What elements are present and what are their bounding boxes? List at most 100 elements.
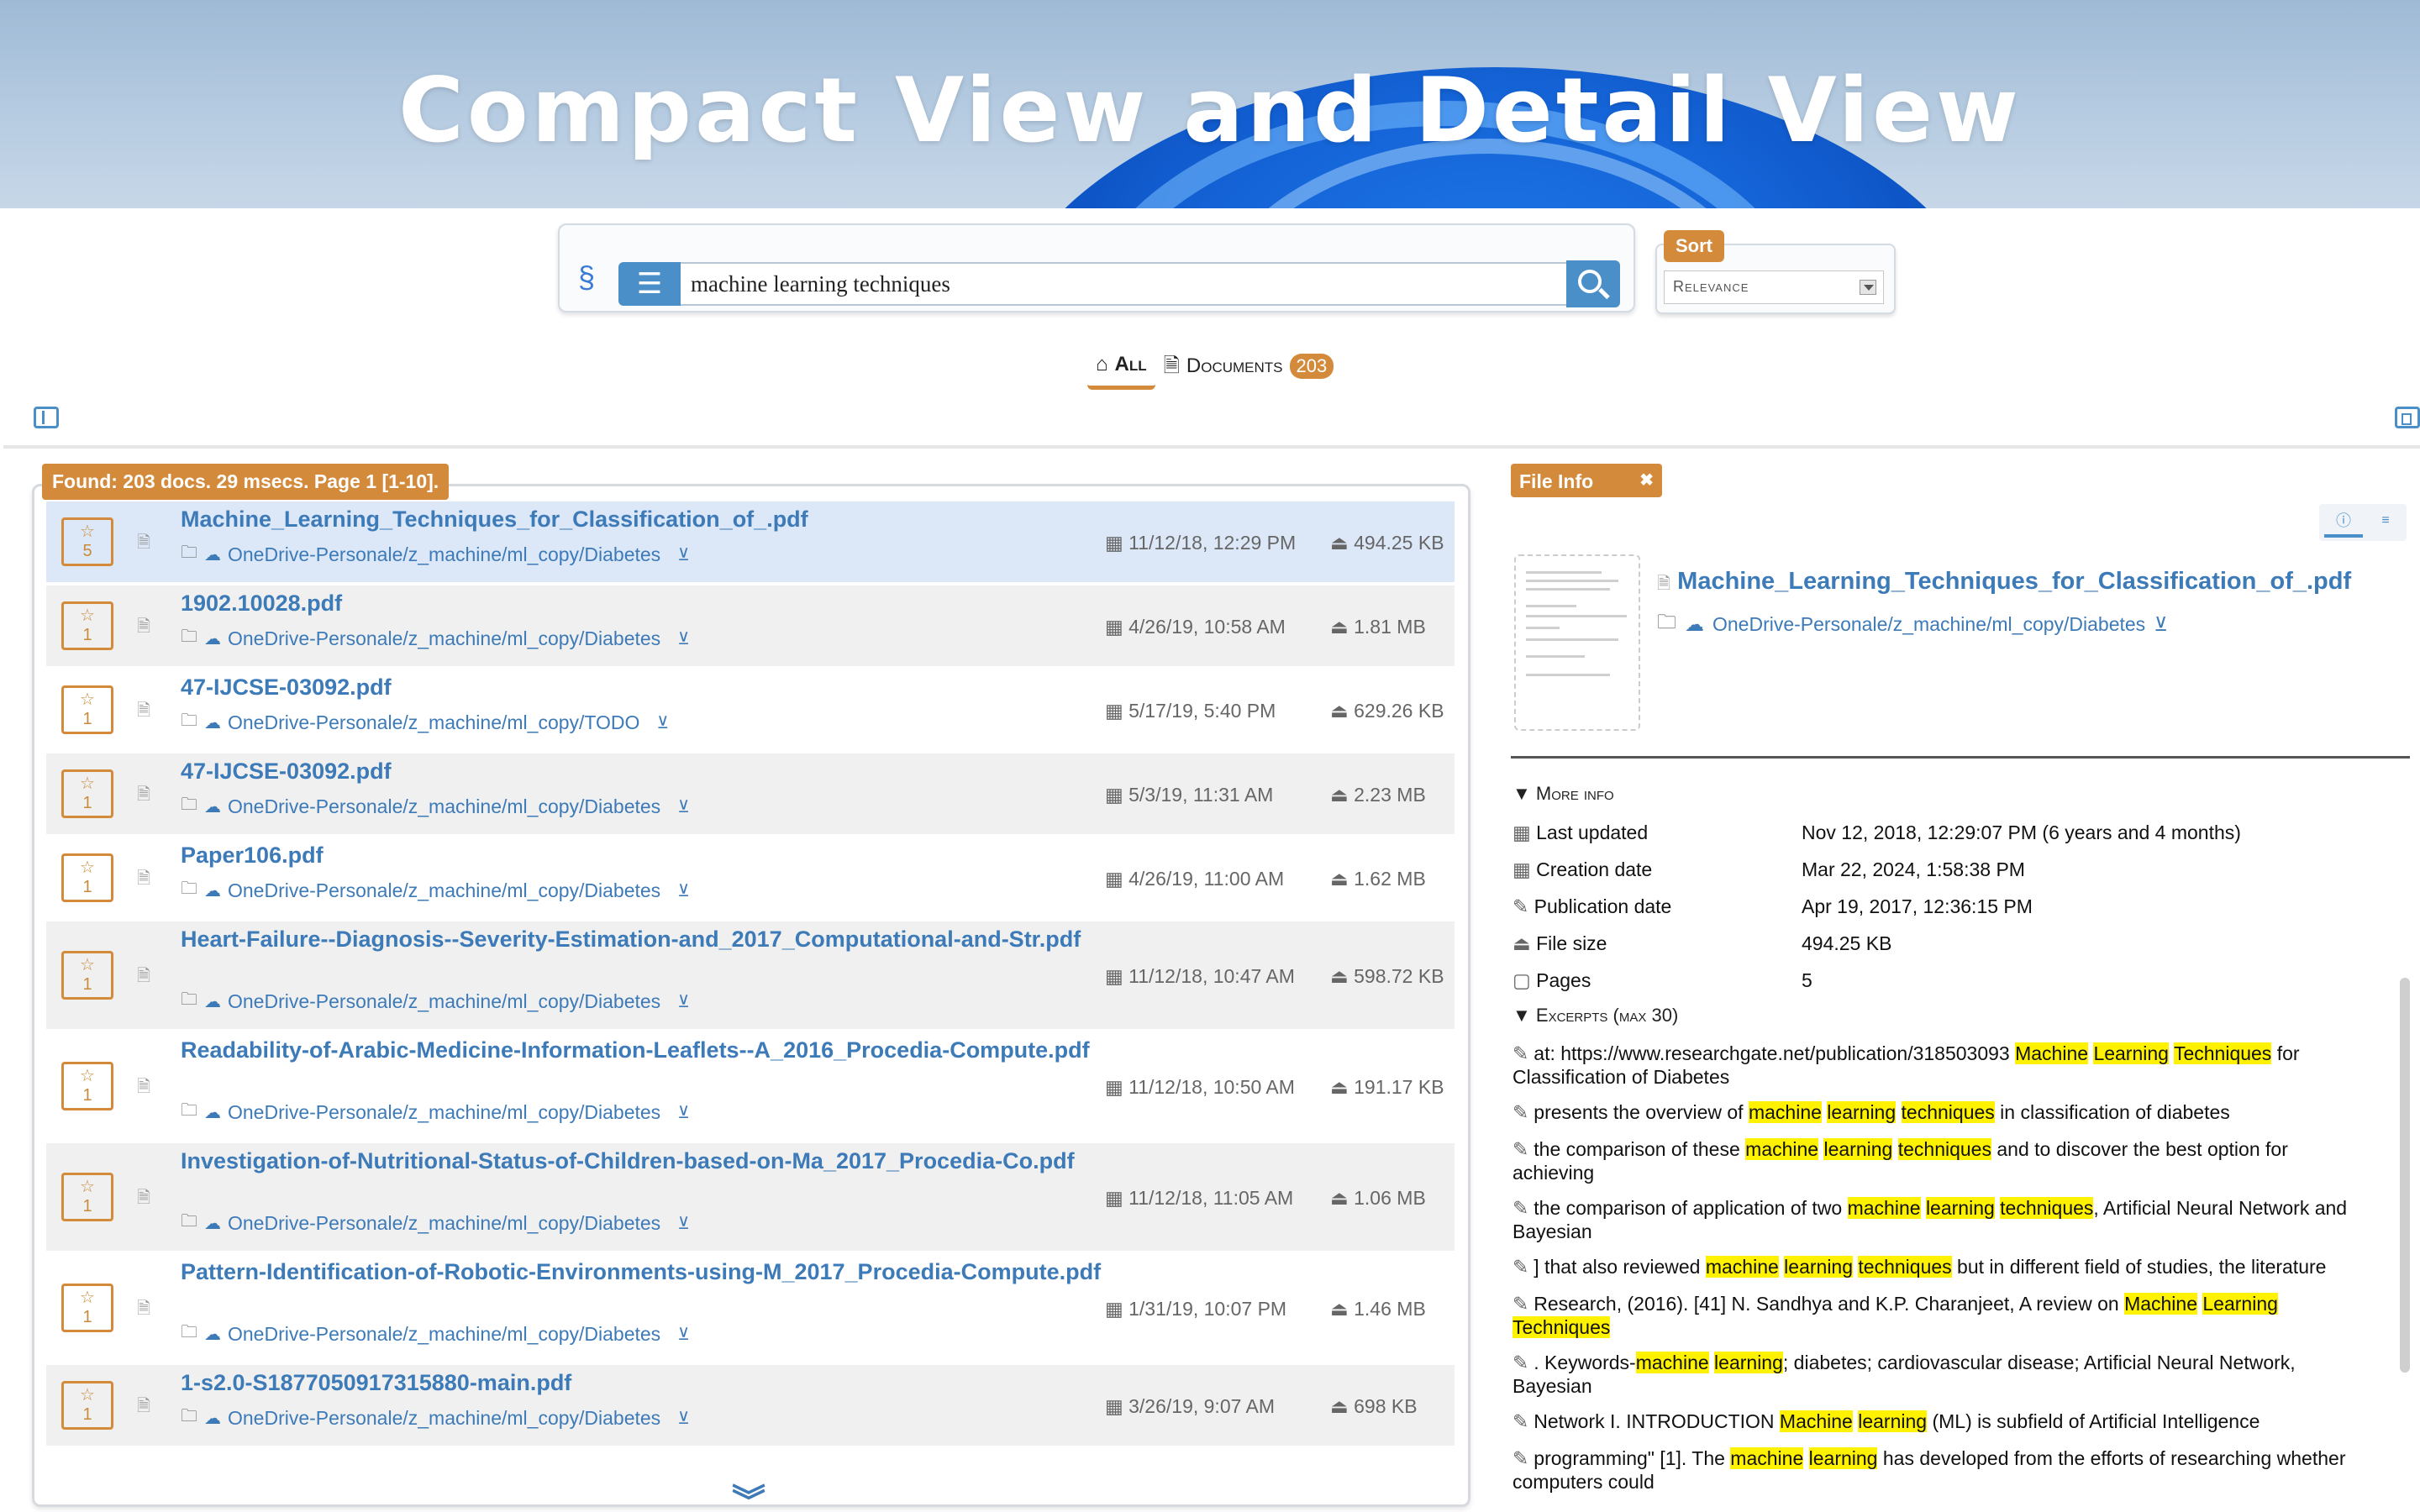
result-title-link[interactable]: Heart-Failure--Diagnosis--Severity-Estim… xyxy=(181,927,1139,953)
tab-documents-label: Documents xyxy=(1186,354,1283,377)
excerpt-item[interactable]: ✎ Network I. INTRODUCTION Machine learnin… xyxy=(1512,1410,2353,1433)
result-path-text: OneDrive-Personale/z_machine/ml_copy/Dia… xyxy=(228,1211,661,1234)
result-row[interactable]: ☆ 1 🗎 1-s2.0-S1877050917315880-main.pdf 🗀 ☁ On… xyxy=(46,1365,1455,1446)
filter-icon[interactable]: ⊻ xyxy=(677,991,690,1012)
load-more-chevron-icon[interactable]: ︾ xyxy=(732,1474,765,1512)
cloud-icon: ☁ xyxy=(204,797,221,816)
rating-star-icon[interactable]: ☆ 1 xyxy=(61,769,113,818)
rating-star-icon[interactable]: ☆ 5 xyxy=(61,517,113,566)
excerpt-item[interactable]: ✎] that also reviewed machine learning t… xyxy=(1512,1255,2353,1278)
filter-icon[interactable]: ⊻ xyxy=(656,712,669,733)
excerpt-item[interactable]: ✎ the comparison of application of two ma… xyxy=(1512,1196,2353,1243)
scrollbar-thumb[interactable] xyxy=(2400,978,2410,1373)
filter-icon[interactable]: ⊻ xyxy=(677,880,690,901)
excerpt-text: presents the overview of xyxy=(1534,1101,1749,1123)
result-row[interactable]: ☆ 1 🗎 Heart-Failure--Diagnosis--Severity-Es… xyxy=(46,921,1455,1029)
result-title-link[interactable]: Machine_Learning_Techniques_for_Classifi… xyxy=(181,507,1139,533)
rating-star-icon[interactable]: ☆ 1 xyxy=(61,685,113,734)
meta-value: Apr 19, 2017, 12:36:15 PM xyxy=(1802,895,2033,917)
excerpts-header[interactable]: ▼ Excerpts (max 30) xyxy=(1512,1005,1678,1026)
sidebar-toggle-icon[interactable] xyxy=(34,407,59,428)
excerpt-text: programming" [1]. The xyxy=(1534,1447,1731,1469)
filter-icon[interactable]: ⊻ xyxy=(677,628,690,649)
text-view-tab-icon[interactable]: ≡ xyxy=(2366,507,2405,538)
result-size: ⏏ 1.62 MB xyxy=(1330,868,1426,890)
result-size: ⏏ 1.81 MB xyxy=(1330,616,1426,638)
search-button[interactable] xyxy=(1566,260,1620,307)
result-path[interactable]: 🗀 ☁ OneDrive-Personale/z_machine/ml_copy/D… xyxy=(181,1320,690,1348)
filter-icon[interactable]: ⊻ xyxy=(677,1213,690,1234)
result-title-link[interactable]: Pattern-Identification-of-Robotic-Enviro… xyxy=(181,1259,1139,1285)
result-row[interactable]: ☆ 1 🗎 Pattern-Identification-of-Robotic-Env… xyxy=(46,1254,1455,1362)
result-path[interactable]: 🗀 ☁ OneDrive-Personale/z_machine/ml_copy/D… xyxy=(181,1209,690,1237)
meta-label: Publication date xyxy=(1534,895,1672,917)
cloud-icon: ☁ xyxy=(204,629,221,648)
result-path[interactable]: 🗀 ☁ OneDrive-Personale/z_machine/ml_copy/D… xyxy=(181,876,690,905)
result-size: ⏏ 629.26 KB xyxy=(1330,700,1444,722)
rating-star-icon[interactable]: ☆ 1 xyxy=(61,853,113,902)
rating-star-icon[interactable]: ☆ 1 xyxy=(61,1062,113,1110)
tab-all[interactable]: ⌂ All xyxy=(1087,343,1155,390)
filter-icon[interactable]: ⊻ xyxy=(2154,613,2168,636)
result-row[interactable]: ☆ 1 🗎 Investigation-of-Nutritional-Status-o… xyxy=(46,1143,1455,1251)
weight-icon: ⏏ xyxy=(1512,932,1537,954)
result-title-link[interactable]: Paper106.pdf xyxy=(181,843,1139,869)
result-path[interactable]: 🗀 ☁ OneDrive-Personale/z_machine/ml_copy/D… xyxy=(181,1098,690,1126)
excerpt-item[interactable]: ✎ at: https://www.researchgate.net/public… xyxy=(1512,1042,2353,1089)
result-title-link[interactable]: 1-s2.0-S1877050917315880-main.pdf xyxy=(181,1370,1139,1396)
result-row[interactable]: ☆ 1 🗎 47-IJCSE-03092.pdf 🗀 ☁ OneDrive-Personal… xyxy=(46,669,1455,750)
file-info-title[interactable]: 🗎 Machine_Learning_Techniques_for_Classi… xyxy=(1657,568,2351,600)
excerpt-item[interactable]: ✎ programming" [1]. The machine learning … xyxy=(1512,1446,2353,1494)
filter-icon[interactable]: ⊻ xyxy=(677,1408,690,1429)
result-row[interactable]: ☆ 1 🗎 47-IJCSE-03092.pdf 🗀 ☁ OneDrive-Personal… xyxy=(46,753,1455,834)
info-tab-icon[interactable]: ⓘ xyxy=(2324,507,2363,538)
tab-all-label: All xyxy=(1114,352,1147,375)
search-input[interactable] xyxy=(681,262,1566,306)
excerpt-item[interactable]: ✎. Keywords-machine learning; diabetes; … xyxy=(1512,1351,2353,1398)
filter-sliders-button[interactable]: ☰ xyxy=(618,262,681,306)
result-row[interactable]: ☆ 1 🗎 Readability-of-Arabic-Medicine-Inform… xyxy=(46,1032,1455,1140)
excerpt-item[interactable]: ✎ presents the overview of machine learni… xyxy=(1512,1100,2353,1124)
rating-star-icon[interactable]: ☆ 1 xyxy=(61,1173,113,1221)
excerpt-item[interactable]: ✎ the comparison of these machine learnin… xyxy=(1512,1137,2353,1184)
filter-icon[interactable]: ⊻ xyxy=(677,1102,690,1123)
weight-icon: ⏏ xyxy=(1330,1187,1355,1209)
result-path[interactable]: 🗀 ☁ OneDrive-Personale/z_machine/ml_copy/D… xyxy=(181,624,690,653)
result-date: ▦ 1/31/19, 10:07 PM xyxy=(1105,1298,1287,1320)
result-row[interactable]: ☆ 1 🗎 1902.10028.pdf 🗀 ☁ OneDrive-Personale/z_… xyxy=(46,585,1455,666)
result-title-link[interactable]: 47-IJCSE-03092.pdf xyxy=(181,759,1139,785)
result-title-link[interactable]: 1902.10028.pdf xyxy=(181,591,1139,617)
rating-star-icon[interactable]: ☆ 1 xyxy=(61,1284,113,1332)
excerpt-text: techniques xyxy=(1901,1101,1995,1123)
close-icon[interactable]: ✖ xyxy=(1639,470,1654,491)
result-path[interactable]: 🗀 ☁ OneDrive-Personale/z_machine/ml_copy/T… xyxy=(181,708,669,737)
rating-star-icon[interactable]: ☆ 1 xyxy=(61,1381,113,1430)
more-info-header[interactable]: ▼ More info xyxy=(1512,783,1614,805)
excerpt-text: ] that also reviewed xyxy=(1534,1256,1706,1278)
filter-icon[interactable]: ⊻ xyxy=(677,796,690,817)
result-path[interactable]: 🗀 ☁ OneDrive-Personale/z_machine/ml_copy/D… xyxy=(181,987,690,1016)
result-path[interactable]: 🗀 ☁ OneDrive-Personale/z_machine/ml_copy/D… xyxy=(181,792,690,821)
result-row[interactable]: ☆ 5 🗎 Machine_Learning_Techniques_for_Class… xyxy=(46,501,1455,582)
meta-value: Mar 22, 2024, 1:58:38 PM xyxy=(1802,858,2025,880)
excerpt-item[interactable]: ✎ Research, (2016). [41] N. Sandhya and K… xyxy=(1512,1292,2353,1339)
meta-value: 494.25 KB xyxy=(1802,932,1892,954)
rating-star-icon[interactable]: ☆ 1 xyxy=(61,951,113,1000)
result-path[interactable]: 🗀 ☁ OneDrive-Personale/z_machine/ml_copy/D… xyxy=(181,540,690,569)
result-title-link[interactable]: 47-IJCSE-03092.pdf xyxy=(181,675,1139,701)
result-row[interactable]: ☆ 1 🗎 Paper106.pdf 🗀 ☁ OneDrive-Personale/z_ma… xyxy=(46,837,1455,918)
cloud-icon: ☁ xyxy=(204,1409,221,1428)
result-title-link[interactable]: Investigation-of-Nutritional-Status-of-C… xyxy=(181,1148,1139,1174)
file-info-path[interactable]: 🗀 ☁ OneDrive-Personale/z_machine/ml_copy… xyxy=(1657,608,2168,641)
result-title-link[interactable]: Readability-of-Arabic-Medicine-Informati… xyxy=(181,1037,1139,1063)
document-thumbnail[interactable] xyxy=(1514,554,1640,731)
rating-star-icon[interactable]: ☆ 1 xyxy=(61,601,113,650)
tab-documents[interactable]: 🗎 Documents 203 xyxy=(1155,343,1343,390)
result-path[interactable]: 🗀 ☁ OneDrive-Personale/z_machine/ml_copy/D… xyxy=(181,1404,690,1432)
filter-icon[interactable]: ⊻ xyxy=(677,544,690,565)
sort-select[interactable]: Relevance xyxy=(1664,270,1884,304)
detail-panel-toggle-icon[interactable] xyxy=(2395,407,2420,428)
banner: Compact View and Detail View xyxy=(0,0,2420,208)
cloud-icon: ☁ xyxy=(204,1214,221,1233)
filter-icon[interactable]: ⊻ xyxy=(677,1324,690,1345)
